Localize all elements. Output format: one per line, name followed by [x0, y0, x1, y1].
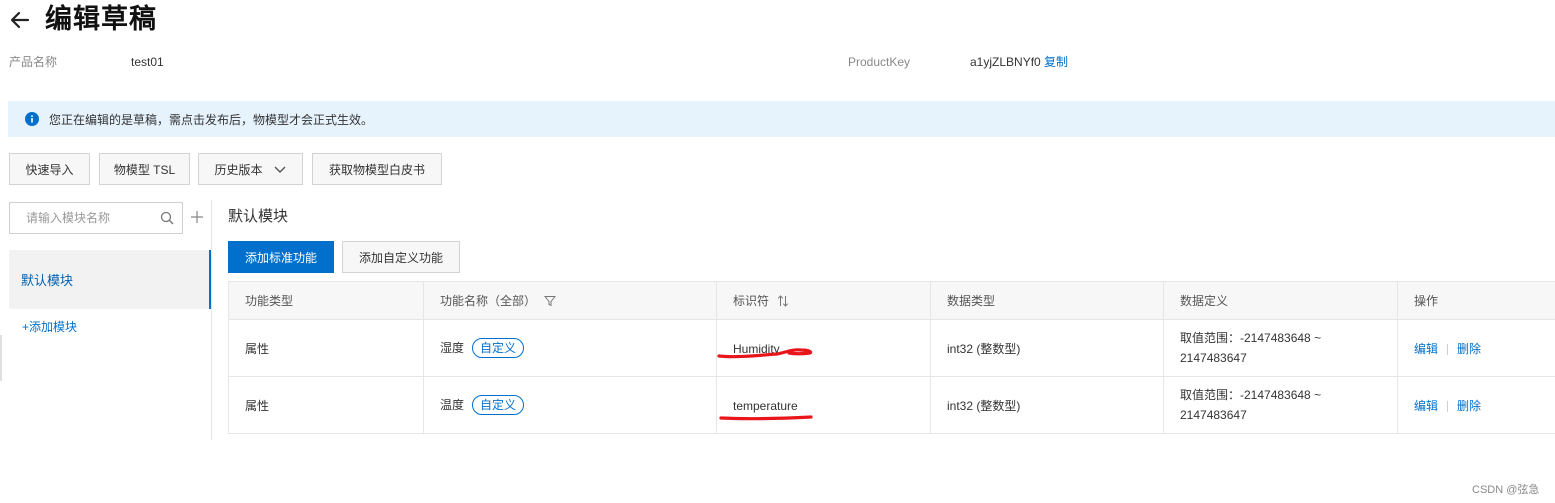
- module-search-input[interactable]: [26, 203, 156, 233]
- add-custom-function-button[interactable]: 添加自定义功能: [342, 241, 460, 273]
- sidebar-divider: [211, 200, 212, 440]
- cell-identifier: temperature: [716, 376, 931, 434]
- page-title: 编辑草稿: [45, 4, 157, 34]
- filter-icon[interactable]: [544, 295, 557, 307]
- watermark: CSDN @弦急: [1472, 484, 1540, 496]
- add-standard-function-button[interactable]: 添加标准功能: [228, 241, 334, 273]
- delete-link[interactable]: 删除: [1457, 342, 1481, 356]
- edit-link[interactable]: 编辑: [1414, 399, 1438, 413]
- copy-key-link[interactable]: 复制: [1044, 54, 1068, 70]
- add-module-link[interactable]: +添加模块: [22, 318, 77, 335]
- cell-function-type: 属性: [228, 376, 424, 434]
- op-separator: [1447, 400, 1449, 412]
- product-key-value: a1yjZLBNYf0: [970, 55, 1041, 69]
- edge-scroll-mark: [0, 335, 2, 381]
- chevron-down-icon: [274, 166, 285, 173]
- cell-identifier: Humidity: [716, 319, 931, 377]
- cell-data-definition: 取值范围：-2147483648 ~ 2147483647: [1163, 376, 1398, 434]
- notice-text: 您正在编辑的是草稿，需点击发布后，物模型才会正式生效。: [49, 112, 374, 127]
- header-data-type: 数据类型: [930, 281, 1164, 320]
- quick-import-button[interactable]: 快速导入: [9, 153, 90, 185]
- header-identifier-label: 标识符: [733, 294, 770, 308]
- cell-data-type: int32 (整数型): [930, 376, 1164, 434]
- draft-notice: 您正在编辑的是草稿，需点击发布后，物模型才会正式生效。: [8, 101, 1555, 137]
- info-circle-icon: [25, 112, 39, 126]
- tsl-button[interactable]: 物模型 TSL: [99, 153, 190, 185]
- search-icon[interactable]: [160, 211, 174, 225]
- delete-link[interactable]: 删除: [1457, 399, 1481, 413]
- red-underline-annotation: [717, 348, 813, 359]
- function-name: 温度: [440, 398, 465, 412]
- cell-data-definition: 取值范围：-2147483648 ~ 2147483647: [1163, 319, 1398, 377]
- function-name: 湿度: [440, 341, 465, 355]
- header-function-name-label: 功能名称（全部）: [440, 294, 537, 308]
- op-separator: [1447, 343, 1449, 355]
- cell-function-type: 属性: [228, 319, 424, 377]
- cell-operations: 编辑 删除: [1397, 376, 1555, 434]
- module-title: 默认模块: [228, 208, 289, 225]
- header-data-definition: 数据定义: [1163, 281, 1398, 320]
- sort-icon[interactable]: [777, 294, 789, 307]
- custom-tag: 自定义: [472, 395, 525, 415]
- cell-operations: 编辑 删除: [1397, 319, 1555, 377]
- red-underline-annotation: [719, 415, 813, 421]
- product-name-label: 产品名称: [9, 55, 58, 69]
- whitepaper-button[interactable]: 获取物模型白皮书: [312, 153, 442, 185]
- history-version-dropdown[interactable]: 历史版本: [198, 153, 303, 185]
- function-table: 功能类型 功能名称（全部） 标识符 数据类型 数据定义 操作 属性 湿度 自定义…: [228, 281, 1555, 434]
- cell-function-name: 温度 自定义: [423, 376, 717, 434]
- header-operations: 操作: [1397, 281, 1555, 320]
- history-version-label: 历史版本: [214, 162, 263, 177]
- header-function-type: 功能类型: [228, 281, 424, 320]
- product-name-value: test01: [131, 55, 164, 69]
- sidebar-item-default-module[interactable]: 默认模块: [9, 250, 211, 309]
- header-function-name[interactable]: 功能名称（全部）: [423, 281, 717, 320]
- module-search-box: [9, 202, 183, 234]
- product-key-label: ProductKey: [848, 55, 911, 69]
- table-row: 属性 湿度 自定义 Humidity int32 (整数型) 取值范围：-2147…: [228, 319, 1555, 377]
- arrow-left-icon[interactable]: [8, 8, 32, 32]
- header-identifier[interactable]: 标识符: [716, 281, 931, 320]
- table-row: 属性 温度 自定义 temperature int32 (整数型) 取值范围：-2…: [228, 376, 1555, 434]
- table-header-row: 功能类型 功能名称（全部） 标识符 数据类型 数据定义 操作: [228, 281, 1555, 320]
- plus-icon[interactable]: [190, 210, 204, 224]
- edit-link[interactable]: 编辑: [1414, 342, 1438, 356]
- cell-data-type: int32 (整数型): [930, 319, 1164, 377]
- custom-tag: 自定义: [472, 338, 525, 358]
- cell-function-name: 湿度 自定义: [423, 319, 717, 377]
